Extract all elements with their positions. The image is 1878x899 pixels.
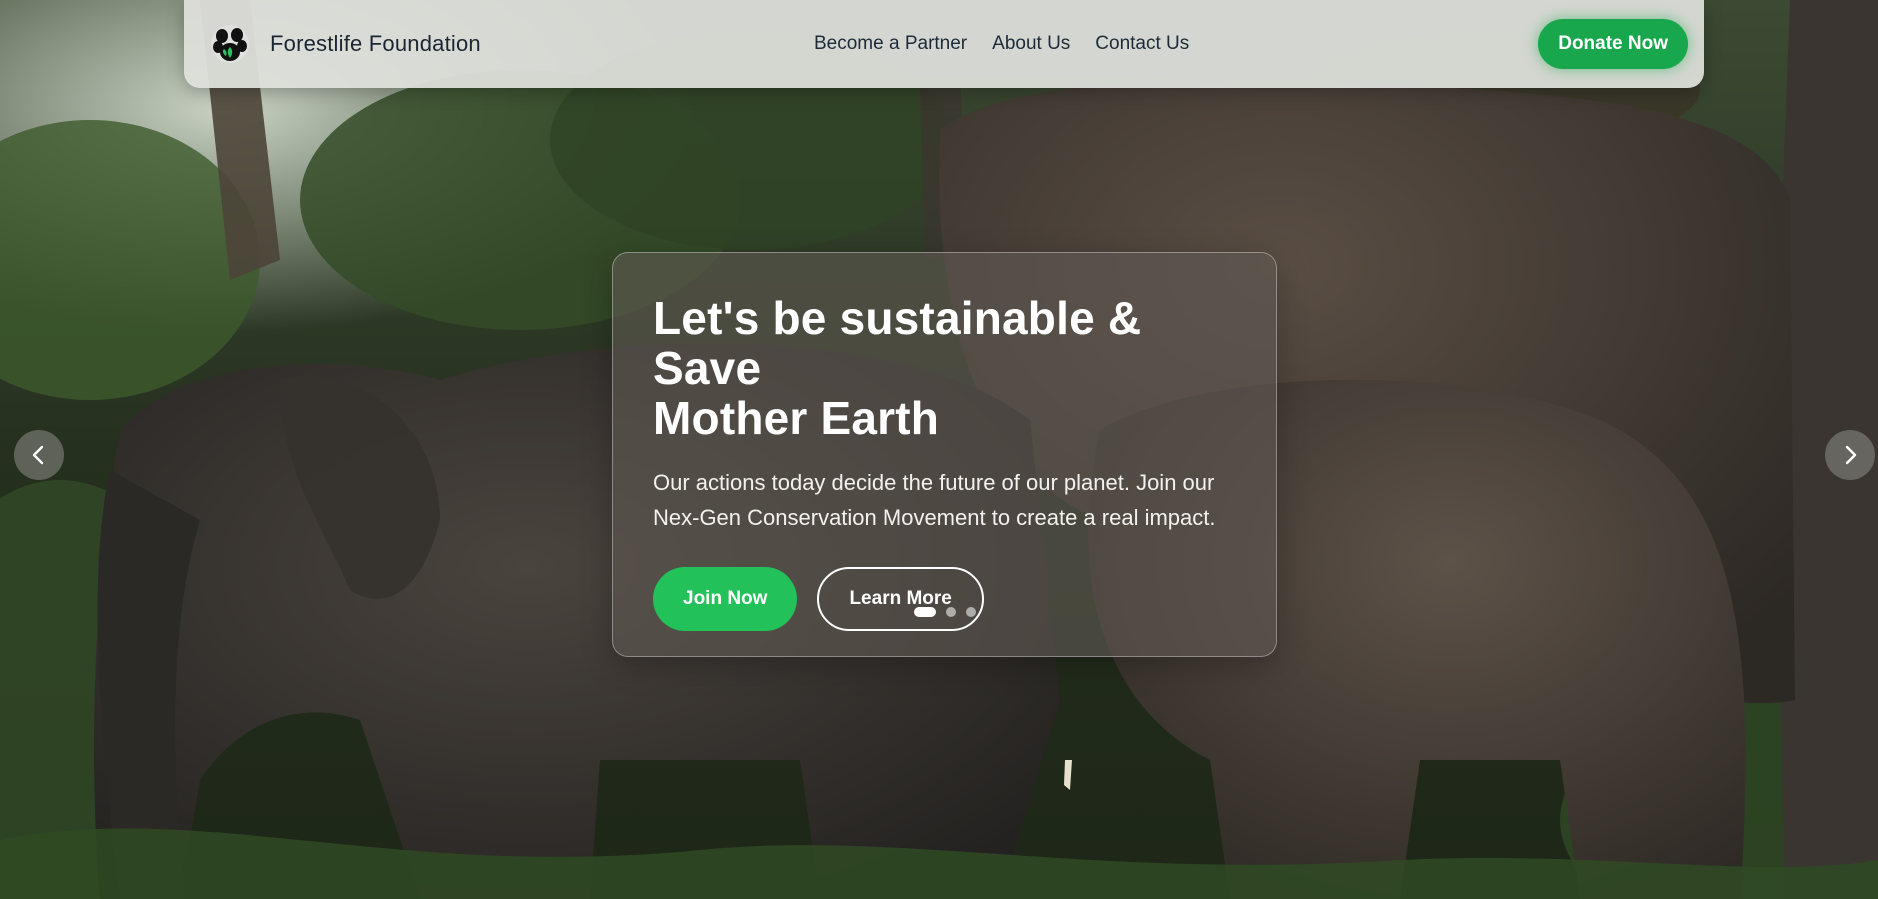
donate-now-button[interactable]: Donate Now <box>1538 19 1688 69</box>
paw-leaf-logo-icon <box>210 24 250 64</box>
hero-subtitle-line-1: Our actions today decide the future of o… <box>653 470 1215 495</box>
brand[interactable]: Forestlife Foundation <box>210 24 481 64</box>
learn-more-button[interactable]: Learn More <box>817 567 984 631</box>
nav-link-become-a-partner[interactable]: Become a Partner <box>814 33 967 55</box>
carousel-indicators <box>613 607 1276 617</box>
hero-subtitle-line-2: Nex-Gen Conservation Movement to create … <box>653 505 1216 530</box>
carousel-dot-2[interactable] <box>945 607 956 617</box>
hero-card: Let's be sustainable & Save Mother Earth… <box>612 252 1277 657</box>
nav-link-about-us[interactable]: About Us <box>992 33 1070 55</box>
hero-title: Let's be sustainable & Save Mother Earth <box>653 293 1236 443</box>
carousel-dot-1[interactable] <box>913 607 936 617</box>
hero-subtitle: Our actions today decide the future of o… <box>653 465 1236 535</box>
nav-link-contact-us[interactable]: Contact Us <box>1095 33 1189 55</box>
hero-title-line-2: Mother Earth <box>653 392 940 444</box>
nav-links: Become a Partner About Us Contact Us <box>814 0 1189 88</box>
carousel-prev-button[interactable] <box>14 430 64 480</box>
navbar: Forestlife Foundation Become a Partner A… <box>184 0 1704 88</box>
chevron-left-icon <box>32 445 44 465</box>
hero-section: Forestlife Foundation Become a Partner A… <box>0 0 1878 899</box>
brand-name: Forestlife Foundation <box>270 31 481 56</box>
carousel-next-button[interactable] <box>1825 430 1875 480</box>
join-now-button[interactable]: Join Now <box>653 567 798 631</box>
chevron-right-icon <box>1845 445 1857 465</box>
hero-actions: Join Now Learn More <box>653 567 1236 631</box>
carousel-dot-3[interactable] <box>965 607 976 617</box>
hero-title-line-1: Let's be sustainable & Save <box>653 292 1142 394</box>
